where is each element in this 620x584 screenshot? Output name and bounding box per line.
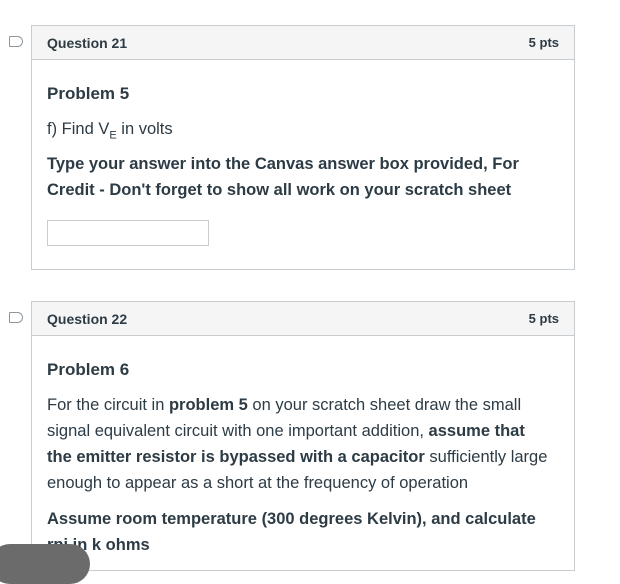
body-bold-text: the emitter resistor is bypassed with a … [47, 448, 425, 466]
question-22-points: 5 pts [528, 311, 559, 326]
question-21-card: Question 21 5 pts Problem 5 f) Find VE i… [31, 25, 575, 270]
question-21-points: 5 pts [528, 35, 559, 50]
instruction-line-1: Type your answer into the Canvas answer … [47, 155, 519, 173]
flag-question-icon[interactable] [9, 36, 23, 47]
question-22-card: Question 22 5 pts Problem 6 For the circ… [31, 301, 575, 571]
overlay-corner-shape [0, 544, 90, 584]
problem-5-title: Problem 5 [47, 84, 130, 103]
body-text: sufficiently large [424, 448, 548, 466]
flag-question-icon[interactable] [9, 312, 23, 323]
question-21-title: Question 21 [47, 34, 128, 51]
answer-input[interactable] [47, 220, 209, 246]
question-22-header: Question 22 5 pts [32, 302, 574, 336]
question-21-prompt: f) Find VE in volts [47, 116, 562, 148]
question-22-title: Question 22 [47, 310, 128, 327]
question-21-instruction: Type your answer into the Canvas answer … [47, 151, 562, 203]
prompt-suffix: in volts [116, 120, 173, 138]
body-text: signal equivalent circuit with one impor… [47, 422, 429, 440]
body-text: on your scratch sheet draw the small [247, 396, 522, 414]
body-text: enough to appear as a short at the frequ… [47, 474, 469, 492]
prompt-prefix: f) Find V [47, 120, 110, 138]
prompt-subscript: E [109, 129, 117, 142]
body-bold-text: assume that [428, 422, 525, 440]
problem-6-title: Problem 6 [47, 360, 130, 379]
question-22-body: For the circuit in problem 5 on your scr… [47, 392, 562, 496]
question-21-header: Question 21 5 pts [32, 26, 574, 60]
assumption-line-1: Assume room temperature (300 degrees Kel… [47, 510, 536, 528]
body-text: For the circuit in [47, 396, 169, 414]
instruction-line-2: Credit - Don't forget to show all work o… [47, 181, 512, 199]
body-bold-text: problem 5 [168, 396, 248, 414]
question-22-assumption: Assume room temperature (300 degrees Kel… [47, 506, 562, 558]
